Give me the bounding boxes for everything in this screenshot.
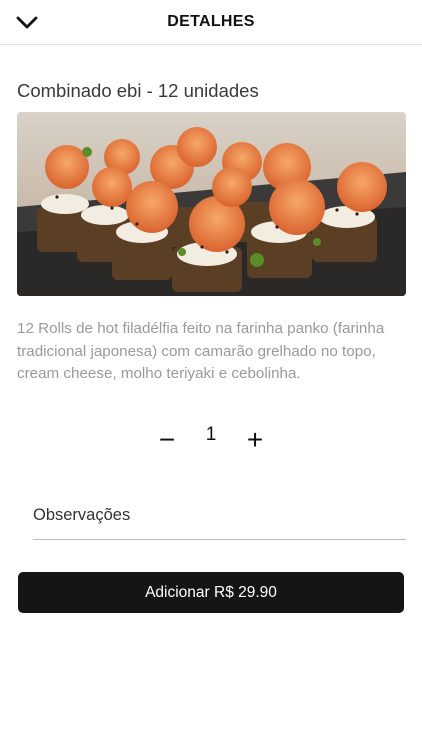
decrease-quantity-button[interactable]: − (153, 426, 181, 454)
plus-icon: + (246, 424, 264, 455)
add-to-cart-button[interactable]: Adicionar R$ 29.90 (18, 572, 404, 613)
page-title: DETALHES (167, 13, 255, 30)
increase-quantity-button[interactable]: + (241, 426, 269, 454)
quantity-stepper: − 1 + (0, 420, 422, 460)
product-description: 12 Rolls de hot filadélfia feito na fari… (17, 320, 385, 382)
add-to-cart-label: Adicionar R$ 29.90 (145, 583, 277, 601)
product-image (17, 112, 406, 296)
notes-label: Observações (33, 506, 131, 524)
product-title: Combinado ebi - 12 unidades (17, 80, 259, 101)
quantity-value: 1 (205, 424, 217, 445)
minus-icon: − (158, 424, 176, 455)
header-bar: DETALHES (0, 0, 422, 45)
notes-field[interactable]: Observações (33, 500, 406, 540)
